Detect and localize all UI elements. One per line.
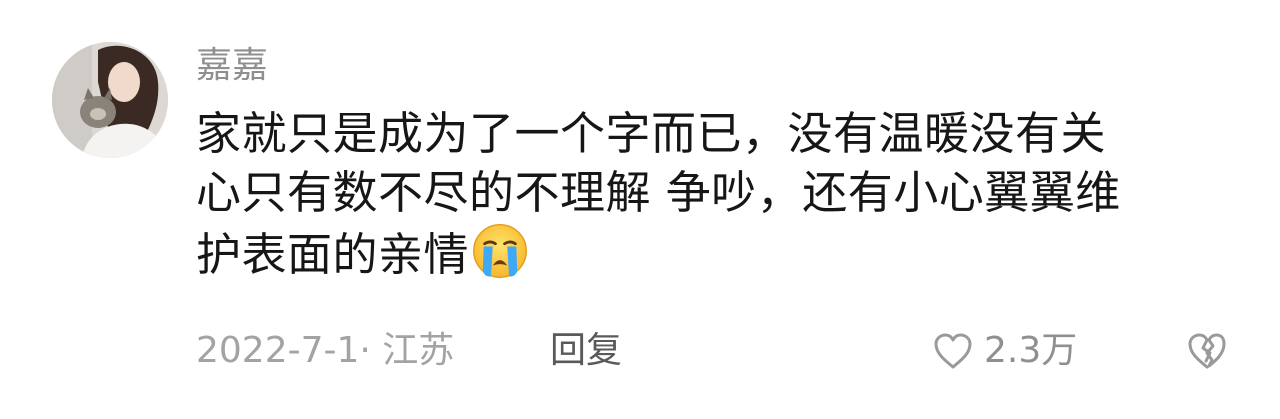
- comment-text-line: 家就只是成为了一个字而已，没有温暖没有关: [196, 107, 1107, 160]
- comment-item: 嘉嘉 家就只是成为了一个字而已，没有温暖没有关 心只有数不尽的不理解 争吵，还有…: [0, 0, 1280, 419]
- comment-text-segment: 护表面的亲情: [196, 228, 470, 281]
- like-button[interactable]: 2.3万: [932, 326, 1077, 376]
- broken-heart-outline-icon[interactable]: [1186, 331, 1228, 371]
- comment-meta: 2022-7-1· 江苏 回复 2.3万: [196, 326, 1280, 376]
- heart-outline-icon: [934, 333, 972, 369]
- comment-text-line: 心只有数不尽的不理解 争吵，还有小心翼翼维: [196, 166, 1121, 219]
- comment-text-line: 护表面的亲情: [196, 222, 1206, 281]
- loudly-crying-face-icon: [473, 224, 527, 278]
- comment-date-location: 2022-7-1· 江苏: [196, 330, 455, 371]
- username[interactable]: 嘉嘉: [196, 44, 268, 88]
- like-count: 2.3万: [984, 330, 1078, 371]
- reply-button[interactable]: 回复: [550, 326, 622, 376]
- avatar[interactable]: [52, 42, 168, 158]
- comment-text: 家就只是成为了一个字而已，没有温暖没有关 心只有数不尽的不理解 争吵，还有小心翼…: [196, 104, 1206, 281]
